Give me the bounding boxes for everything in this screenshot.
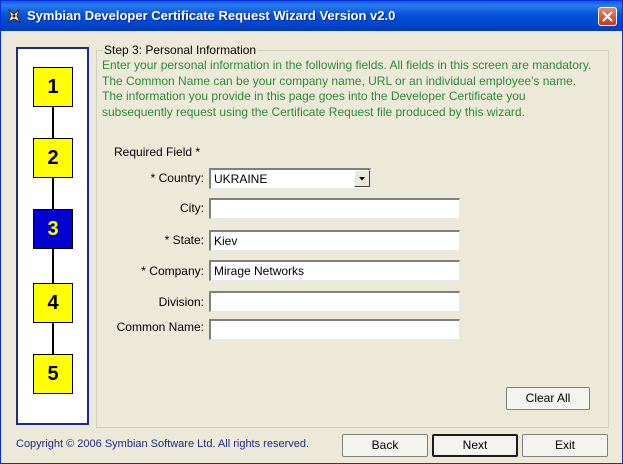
- copyright-text: Copyright © 2006 Symbian Software Ltd. A…: [16, 438, 310, 450]
- wizard-window: Symbian Developer Certificate Request Wi…: [0, 0, 623, 464]
- common-name-input[interactable]: [209, 319, 460, 340]
- division-label: Division:: [158, 295, 204, 309]
- common-name-label: Common Name:: [116, 320, 204, 334]
- company-label: * Company:: [141, 264, 204, 278]
- country-dropdown-button[interactable]: [354, 170, 370, 187]
- required-field-note: Required Field *: [114, 145, 201, 159]
- country-label: * Country:: [150, 171, 204, 185]
- state-label: * State:: [164, 233, 204, 247]
- state-input[interactable]: Kiev: [209, 230, 460, 251]
- app-icon[interactable]: [6, 8, 22, 24]
- next-button[interactable]: Next: [432, 434, 518, 457]
- company-input[interactable]: Mirage Networks: [209, 260, 460, 281]
- country-selected-value: UKRAINE: [214, 172, 268, 186]
- chevron-down-icon: [359, 177, 365, 181]
- instructions-text: Enter your personal information in the f…: [102, 58, 592, 119]
- division-input[interactable]: [209, 291, 460, 312]
- close-button[interactable]: [598, 7, 617, 26]
- city-input[interactable]: [209, 198, 460, 219]
- step-1-indicator: 1: [33, 67, 73, 107]
- city-label: City:: [180, 201, 204, 215]
- step-5-indicator: 5: [33, 354, 73, 394]
- close-icon: [602, 11, 613, 22]
- country-select[interactable]: UKRAINE: [209, 168, 371, 189]
- step-title: Step 3: Personal Information: [102, 43, 259, 57]
- clear-all-button[interactable]: Clear All: [506, 387, 590, 410]
- window-title: Symbian Developer Certificate Request Wi…: [27, 8, 396, 23]
- title-bar[interactable]: Symbian Developer Certificate Request Wi…: [1, 1, 622, 31]
- back-button[interactable]: Back: [342, 434, 428, 457]
- exit-button[interactable]: Exit: [522, 434, 608, 457]
